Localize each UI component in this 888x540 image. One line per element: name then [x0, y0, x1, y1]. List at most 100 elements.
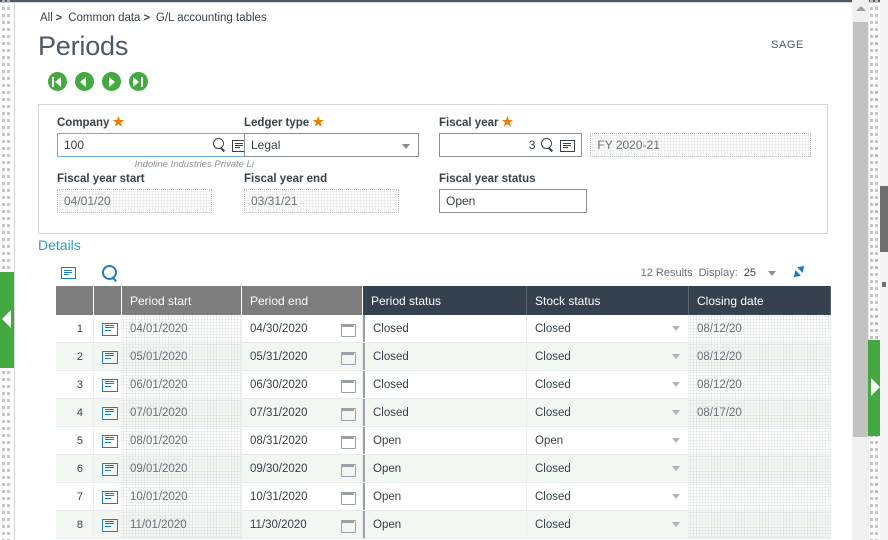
cell-period-start: 09/01/2020: [122, 455, 242, 482]
cell-period-status[interactable]: Open: [363, 455, 527, 482]
chevron-down-icon[interactable]: [672, 354, 680, 359]
cell-period-end[interactable]: 08/31/2020: [242, 427, 363, 454]
row-detail-icon[interactable]: [102, 490, 118, 504]
table-row[interactable]: 4 07/01/2020 07/31/2020 Closed Closed 08/17/2…: [56, 399, 831, 427]
company-value: 100: [64, 138, 85, 152]
row-detail-icon[interactable]: [102, 378, 118, 392]
breadcrumb-item-common-data[interactable]: Common data: [68, 12, 140, 24]
table-row[interactable]: 7 10/01/2020 10/31/2020 Open Closed: [56, 483, 831, 511]
grid-header-rownum[interactable]: [56, 286, 94, 315]
cell-period-status[interactable]: Closed: [363, 343, 527, 370]
search-icon[interactable]: [211, 137, 227, 153]
table-row[interactable]: 2 05/01/2020 05/31/2020 Closed Closed 08/12/2…: [56, 343, 831, 371]
row-actions-cell[interactable]: [94, 343, 122, 370]
cell-period-end[interactable]: 09/30/2020: [242, 455, 363, 482]
collapse-left-panel-handle[interactable]: [0, 272, 14, 368]
page-scrollbar-thumb[interactable]: [880, 186, 888, 252]
first-record-button[interactable]: [48, 72, 67, 91]
row-actions-cell[interactable]: [94, 483, 122, 510]
previous-record-button[interactable]: [75, 72, 94, 91]
grid-view-icon[interactable]: [60, 264, 78, 282]
row-detail-icon[interactable]: [102, 462, 118, 476]
chevron-down-icon[interactable]: [672, 410, 680, 415]
calendar-icon[interactable]: [341, 462, 356, 477]
cell-period-end[interactable]: 11/30/2020: [242, 511, 363, 538]
selection-list-icon[interactable]: [559, 137, 576, 153]
cell-period-status[interactable]: Open: [363, 511, 527, 538]
chevron-down-icon[interactable]: [768, 270, 776, 276]
cell-stock-status[interactable]: Closed: [527, 511, 689, 538]
table-row[interactable]: 8 11/01/2020 11/30/2020 Open Closed: [56, 511, 831, 539]
calendar-icon[interactable]: [341, 406, 356, 421]
row-detail-icon[interactable]: [102, 518, 118, 532]
cell-period-end[interactable]: 07/31/2020: [242, 399, 363, 426]
cell-stock-status[interactable]: Closed: [527, 371, 689, 398]
row-actions-cell[interactable]: [94, 315, 122, 342]
chevron-down-icon[interactable]: [672, 382, 680, 387]
cell-period-end[interactable]: 06/30/2020: [242, 371, 363, 398]
grid-header-period_status[interactable]: Period status: [363, 286, 527, 315]
fiscal-year-status-input[interactable]: Open: [439, 189, 587, 213]
row-actions-cell[interactable]: [94, 455, 122, 482]
cell-stock-status[interactable]: Closed: [527, 343, 689, 370]
breadcrumb-item-all[interactable]: All: [40, 12, 53, 24]
ledger-type-select[interactable]: Legal: [244, 133, 419, 157]
cell-period-end[interactable]: 10/31/2020: [242, 483, 363, 510]
cell-stock-status[interactable]: Open: [527, 427, 689, 454]
company-input[interactable]: 100: [57, 133, 254, 157]
last-record-button[interactable]: [129, 72, 148, 91]
table-row[interactable]: 3 06/01/2020 06/30/2020 Closed Closed 08/12/2…: [56, 371, 831, 399]
row-actions-cell[interactable]: [94, 399, 122, 426]
window-scrollbar-thumb[interactable]: [853, 22, 868, 437]
chevron-down-icon[interactable]: [672, 326, 680, 331]
cell-stock-status[interactable]: Closed: [527, 315, 689, 342]
row-actions-cell[interactable]: [94, 511, 122, 538]
row-detail-icon[interactable]: [102, 434, 118, 448]
row-actions-cell[interactable]: [94, 371, 122, 398]
cell-stock-status[interactable]: Closed: [527, 399, 689, 426]
row-actions-cell[interactable]: [94, 427, 122, 454]
cell-period-status[interactable]: Closed: [363, 371, 527, 398]
fiscal-year-start-label: Fiscal year start: [57, 173, 145, 185]
calendar-icon[interactable]: [341, 490, 356, 505]
calendar-icon[interactable]: [341, 434, 356, 449]
page-scrollbar[interactable]: [880, 0, 888, 540]
grid-header-closing_date[interactable]: Closing date: [689, 286, 831, 315]
search-icon[interactable]: [539, 137, 555, 153]
scroll-up-icon[interactable]: [856, 6, 866, 11]
cell-period-status[interactable]: Open: [363, 427, 527, 454]
cell-period-end[interactable]: 05/31/2020: [242, 343, 363, 370]
window-scrollbar[interactable]: [852, 0, 869, 540]
table-row[interactable]: 1 04/01/2020 04/30/2020 Closed Closed 08/12/2…: [56, 315, 831, 343]
cell-period-end[interactable]: 04/30/2020: [242, 315, 363, 342]
row-detail-icon[interactable]: [102, 406, 118, 420]
calendar-icon[interactable]: [341, 518, 356, 533]
cell-period-status[interactable]: Closed: [363, 315, 527, 342]
table-row[interactable]: 6 09/01/2020 09/30/2020 Open Closed: [56, 455, 831, 483]
breadcrumb-item-gl-accounting-tables[interactable]: G/L accounting tables: [156, 12, 267, 24]
chevron-down-icon[interactable]: [672, 466, 680, 471]
search-icon[interactable]: [100, 264, 118, 282]
cell-period-status[interactable]: Open: [363, 483, 527, 510]
fiscal-year-input[interactable]: 3: [439, 133, 583, 157]
chevron-down-icon[interactable]: [672, 494, 680, 499]
grid-header-period_end[interactable]: Period end: [242, 286, 363, 315]
chevron-down-icon[interactable]: [672, 438, 680, 443]
cell-stock-status[interactable]: Closed: [527, 483, 689, 510]
chevron-down-icon[interactable]: [672, 522, 680, 527]
brand-logo: SAGE: [771, 39, 804, 51]
row-detail-icon[interactable]: [102, 350, 118, 364]
calendar-icon[interactable]: [341, 350, 356, 365]
cell-period-status[interactable]: Closed: [363, 399, 527, 426]
chevron-down-icon[interactable]: [402, 144, 410, 149]
grid-header-rowicon[interactable]: [94, 286, 122, 315]
grid-header-period_start[interactable]: Period start: [122, 286, 242, 315]
grid-header-stock_status[interactable]: Stock status: [527, 286, 689, 315]
calendar-icon[interactable]: [341, 378, 356, 393]
row-detail-icon[interactable]: [102, 322, 118, 336]
expand-icon[interactable]: [792, 266, 806, 280]
cell-stock-status[interactable]: Closed: [527, 455, 689, 482]
table-row[interactable]: 5 08/01/2020 08/31/2020 Open Open: [56, 427, 831, 455]
next-record-button[interactable]: [102, 72, 121, 91]
calendar-icon[interactable]: [341, 322, 356, 337]
